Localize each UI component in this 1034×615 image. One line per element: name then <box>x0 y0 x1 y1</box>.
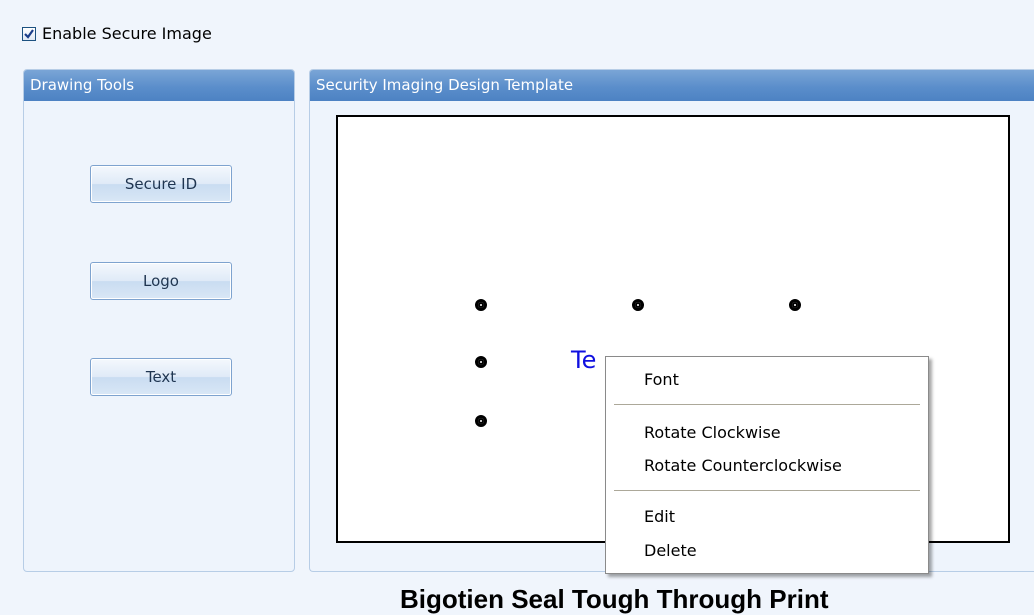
canvas-text-element[interactable]: Te <box>571 346 596 374</box>
context-menu: Font Rotate Clockwise Rotate Countercloc… <box>605 356 929 574</box>
text-button[interactable]: Text <box>90 358 232 396</box>
bottom-caption: Bigotien Seal Tough Through Print <box>400 584 829 614</box>
checkmark-icon <box>24 28 34 39</box>
menu-item-rotate-counterclockwise[interactable]: Rotate Counterclockwise <box>644 454 842 478</box>
drawing-tools-panel: Drawing Tools Secure ID Logo Text <box>23 69 295 572</box>
menu-separator <box>614 404 920 405</box>
resize-handle-icon[interactable] <box>475 415 487 427</box>
logo-button[interactable]: Logo <box>90 262 232 300</box>
menu-item-font[interactable]: Font <box>644 368 679 392</box>
resize-handle-icon[interactable] <box>475 356 487 368</box>
resize-handle-icon[interactable] <box>632 299 644 311</box>
secure-id-button[interactable]: Secure ID <box>90 165 232 203</box>
menu-item-rotate-clockwise[interactable]: Rotate Clockwise <box>644 421 781 445</box>
enable-secure-image-checkbox[interactable] <box>22 26 36 41</box>
resize-handle-icon[interactable] <box>475 299 487 311</box>
design-template-header: Security Imaging Design Template <box>310 70 1034 101</box>
drawing-tools-header: Drawing Tools <box>24 70 294 101</box>
resize-handle-icon[interactable] <box>789 299 801 311</box>
menu-item-delete[interactable]: Delete <box>644 539 697 563</box>
menu-item-edit[interactable]: Edit <box>644 505 675 529</box>
enable-secure-image-row[interactable]: Enable Secure Image <box>22 24 212 43</box>
enable-secure-image-label: Enable Secure Image <box>42 24 212 43</box>
menu-separator <box>614 490 920 491</box>
